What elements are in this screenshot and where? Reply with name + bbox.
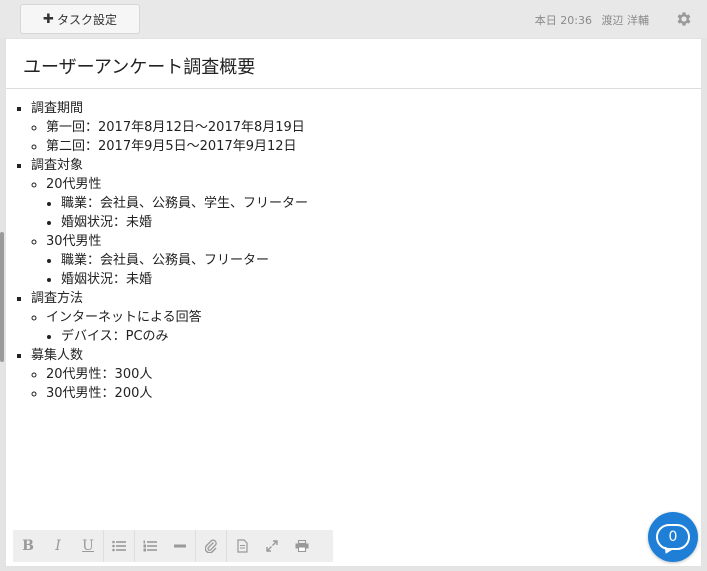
fullscreen-button[interactable] [257,530,287,562]
horizontal-rule-button[interactable] [165,530,195,562]
list-group [104,530,135,562]
insert-group [135,530,196,562]
plus-icon: ✚ [43,11,54,27]
section-label: 調査対象 [31,158,84,173]
sublist: 20代男性 職業：会社員、公務員、学生、フリーター 婚姻状況：未婚 30代男性 … [31,175,696,289]
item-label: 20代男性 [46,177,102,192]
update-meta: 本日 20:36 渡辺 洋輔 [535,12,649,28]
update-date: 本日 20:36 [534,14,592,27]
section-label: 調査方法 [31,291,84,306]
chat-unread-count: 0 [668,529,678,545]
sublist: 20代男性：300人 30代男性：200人 [31,365,696,403]
item-label: デバイス：PCのみ [61,329,169,344]
document-icon [236,539,248,553]
list-item[interactable]: 婚姻状況：未婚 [61,213,696,232]
editor-toolbar: B I U [13,530,333,562]
list-item[interactable]: 婚姻状況：未婚 [61,270,696,289]
bullet-list-button[interactable] [104,530,134,562]
italic-icon: I [55,538,61,554]
section-period[interactable]: 調査期間 第一回：2017年8月12日〜2017年8月19日 第二回：2017年… [31,99,696,156]
section-target[interactable]: 調査対象 20代男性 職業：会社員、公務員、学生、フリーター 婚姻状況：未婚 3… [31,156,696,289]
section-label: 調査期間 [31,101,84,116]
section-recruitment[interactable]: 募集人数 20代男性：300人 30代男性：200人 [31,346,696,403]
printer-icon [295,540,309,552]
bold-button[interactable]: B [13,530,43,562]
title-divider [6,88,701,89]
scroll-handle[interactable] [0,232,4,362]
paperclip-icon [205,539,217,553]
list-item[interactable]: 20代男性 職業：会社員、公務員、学生、フリーター 婚姻状況：未婚 [46,175,696,232]
numbered-list-button[interactable] [135,530,165,562]
gear-icon[interactable] [675,10,693,28]
item-label: 30代男性 [46,234,102,249]
print-button[interactable] [287,530,317,562]
editor-panel: ユーザーアンケート調査概要 調査期間 第一回：2017年8月12日〜2017年8… [5,38,702,567]
section-label: 募集人数 [31,348,84,363]
list-item[interactable]: 第二回：2017年9月5日〜2017年9月12日 [46,137,696,156]
list-item[interactable]: 職業：会社員、公務員、フリーター [61,251,696,270]
horizontal-rule-icon [174,544,186,548]
item-label: 婚姻状況：未婚 [61,215,153,230]
item-label: インターネットによる回答 [46,310,202,325]
list-item[interactable]: 20代男性：300人 [46,365,696,384]
sublist: インターネットによる回答 デバイス：PCのみ [31,308,696,346]
item-label: 20代男性：300人 [46,367,153,382]
attach-group [196,530,227,562]
list-item[interactable]: 職業：会社員、公務員、学生、フリーター [61,194,696,213]
view-group [227,530,317,562]
item-label: 婚姻状況：未婚 [61,272,153,287]
format-group: B I U [13,530,104,562]
bullet-list-icon [112,540,126,552]
item-label: 職業：会社員、公務員、学生、フリーター [61,196,309,211]
sublist: デバイス：PCのみ [46,327,696,346]
list-item[interactable]: 30代男性 職業：会社員、公務員、フリーター 婚姻状況：未婚 [46,232,696,289]
list-item[interactable]: デバイス：PCのみ [61,327,696,346]
expand-icon [266,540,278,552]
item-label: 30代男性：200人 [46,386,153,401]
document-body[interactable]: 調査期間 第一回：2017年8月12日〜2017年8月19日 第二回：2017年… [6,99,696,403]
sublist: 職業：会社員、公務員、学生、フリーター 婚姻状況：未婚 [46,194,696,232]
underline-button[interactable]: U [73,530,103,562]
chat-button[interactable]: 0 [648,512,698,562]
task-settings-button[interactable]: ✚ タスク設定 [20,4,140,34]
item-label: 第一回：2017年8月12日〜2017年8月19日 [46,120,305,135]
list-item[interactable]: 第一回：2017年8月12日〜2017年8月19日 [46,118,696,137]
section-method[interactable]: 調査方法 インターネットによる回答 デバイス：PCのみ [31,289,696,346]
underline-icon: U [82,538,94,554]
numbered-list-icon [143,540,157,552]
bold-icon: B [22,538,34,554]
sublist: 職業：会社員、公務員、フリーター 婚姻状況：未婚 [46,251,696,289]
chat-bubble-icon: 0 [656,524,690,550]
list-item[interactable]: 30代男性：200人 [46,384,696,403]
list-item[interactable]: インターネットによる回答 デバイス：PCのみ [46,308,696,346]
outline-list: 調査期間 第一回：2017年8月12日〜2017年8月19日 第二回：2017年… [6,99,696,403]
sublist: 第一回：2017年8月12日〜2017年8月19日 第二回：2017年9月5日〜… [31,118,696,156]
top-bar: ✚ タスク設定 本日 20:36 渡辺 洋輔 [0,0,707,38]
attach-button[interactable] [196,530,226,562]
task-settings-label: タスク設定 [56,12,117,27]
item-label: 職業：会社員、公務員、フリーター [61,253,270,268]
user-name: 渡辺 洋輔 [601,14,650,27]
item-label: 第二回：2017年9月5日〜2017年9月12日 [46,139,297,154]
document-button[interactable] [227,530,257,562]
page-title[interactable]: ユーザーアンケート調査概要 [23,53,255,79]
italic-button[interactable]: I [43,530,73,562]
